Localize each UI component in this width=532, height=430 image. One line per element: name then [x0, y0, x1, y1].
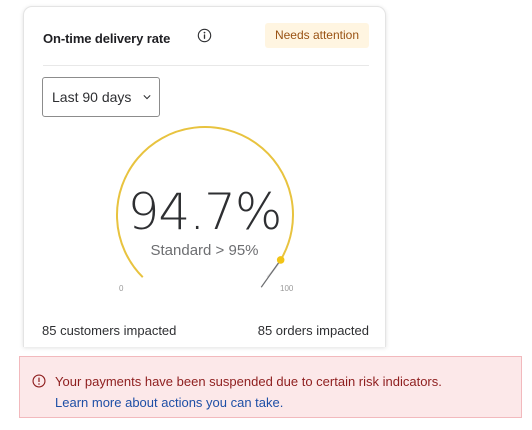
chevron-down-icon: [143, 95, 151, 100]
divider: [43, 65, 369, 66]
gauge-track: [266, 259, 282, 278]
card-header: On-time delivery rate Needs attention: [43, 23, 369, 55]
learn-more-link[interactable]: Learn more about actions you can take.: [55, 395, 283, 410]
date-range-select[interactable]: Last 90 days: [42, 77, 160, 117]
page: On-time delivery rate Needs attention La…: [0, 0, 532, 430]
alert-banner: Your payments have been suspended due to…: [19, 356, 522, 418]
gauge-chart: [115, 126, 294, 288]
card-title: On-time delivery rate: [43, 31, 171, 46]
status-badge: Needs attention: [264, 23, 369, 48]
gauge-standard: Standard > 95%: [150, 242, 259, 259]
delivery-rate-card: On-time delivery rate Needs attention La…: [23, 6, 386, 347]
gauge-value: 94.7%: [127, 183, 283, 241]
alert-circle-icon: [32, 374, 46, 388]
customers-impacted: 85 customers impacted: [42, 323, 177, 338]
info-circle-icon[interactable]: [197, 28, 212, 43]
gauge-needle: [260, 259, 282, 288]
date-range-value: Last 90 days: [52, 89, 132, 105]
alert-message: Your payments have been suspended due to…: [55, 374, 442, 389]
gauge-min-label: 0: [119, 284, 124, 293]
gauge-max-label: 100: [280, 284, 294, 293]
orders-impacted: 85 orders impacted: [257, 323, 369, 338]
